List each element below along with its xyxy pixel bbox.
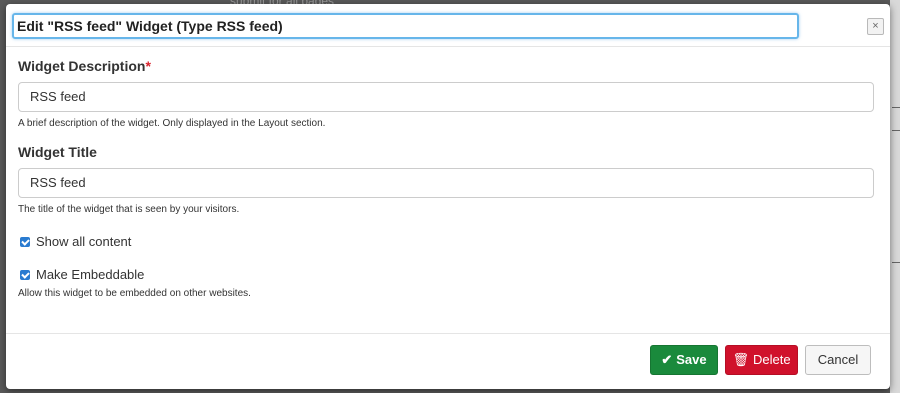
show-all-content-label: Show all content: [36, 234, 132, 249]
description-field-group: Widget Description* RSS feed A brief des…: [18, 58, 874, 132]
background-right-edge: [890, 0, 900, 393]
title-field-group: Widget Title RSS feed The title of the w…: [18, 144, 874, 218]
delete-button[interactable]: 🗑 Delete: [725, 345, 798, 375]
widget-title-label: Widget Title: [18, 144, 97, 160]
modal-title[interactable]: Edit "RSS feed" Widget (Type RSS feed): [12, 13, 799, 39]
required-marker: *: [145, 58, 151, 74]
background-tick: [892, 130, 900, 131]
background-tick: [892, 107, 900, 108]
close-icon[interactable]: ×: [867, 18, 884, 35]
modal-header: Edit "RSS feed" Widget (Type RSS feed) ×: [6, 4, 890, 47]
widget-title-input[interactable]: RSS feed: [18, 168, 874, 198]
make-embeddable-option[interactable]: Make Embeddable: [20, 267, 144, 285]
trash-icon: 🗑: [732, 352, 749, 367]
widget-description-help: A brief description of the widget. Only …: [18, 118, 326, 129]
make-embeddable-help: Allow this widget to be embedded on othe…: [18, 288, 251, 299]
widget-title-help: The title of the widget that is seen by …: [18, 204, 240, 215]
widget-description-input[interactable]: RSS feed: [18, 82, 874, 112]
make-embeddable-label: Make Embeddable: [36, 267, 145, 282]
widget-description-label: Widget Description*: [18, 58, 874, 78]
widget-description-label-text: Widget Description: [18, 58, 146, 74]
delete-button-label: Delete: [752, 352, 791, 367]
save-button[interactable]: ✔ Save: [650, 345, 718, 375]
edit-widget-modal: Edit "RSS feed" Widget (Type RSS feed) ×…: [6, 4, 890, 389]
show-all-content-option[interactable]: Show all content: [20, 234, 131, 252]
modal-footer: ✔ Save 🗑 Delete Cancel: [6, 333, 890, 389]
cancel-button[interactable]: Cancel: [805, 345, 871, 375]
make-embeddable-checkbox[interactable]: [20, 269, 30, 280]
checkmark-icon: ✔: [661, 352, 673, 367]
background-tick: [892, 262, 900, 263]
save-button-label: Save: [676, 352, 707, 367]
show-all-content-checkbox[interactable]: [20, 236, 30, 247]
